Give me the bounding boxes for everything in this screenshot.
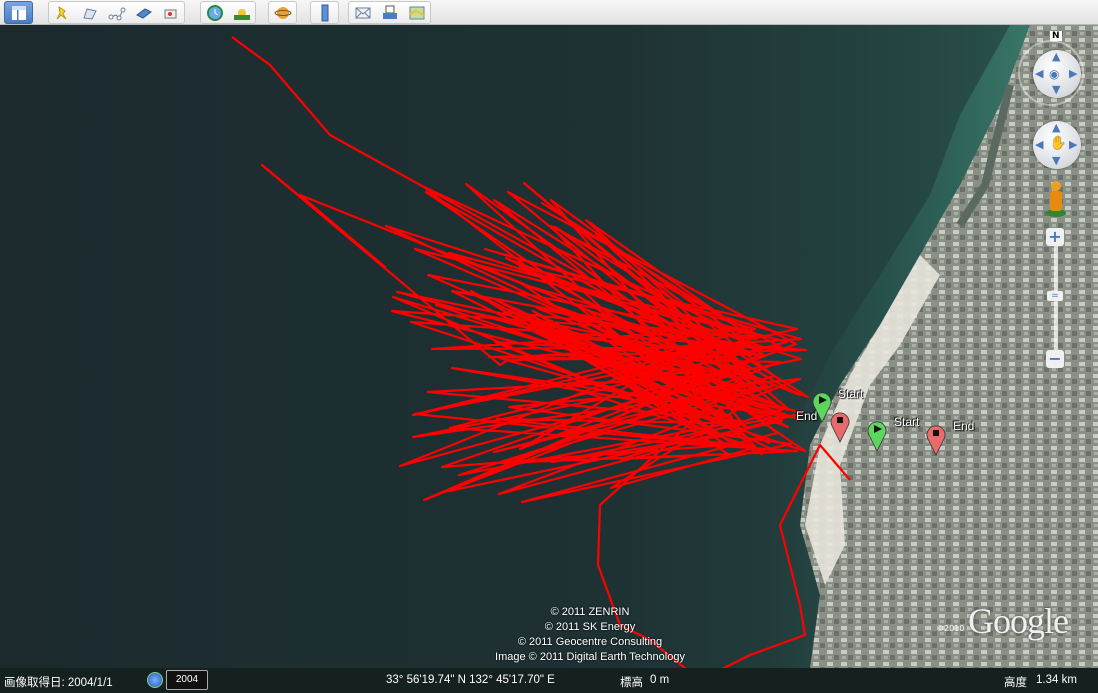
imagery-year-button[interactable]: 2004	[166, 670, 208, 690]
record-tour-button[interactable]	[157, 2, 184, 23]
copyright-line: © 2011 Geocentre Consulting	[517, 636, 663, 648]
marker-label-start: Start	[894, 415, 920, 429]
sunlight-button[interactable]	[228, 2, 255, 23]
zoom-slider-handle[interactable]: =	[1047, 291, 1063, 301]
move-joystick[interactable]: ▲ ▼ ◀ ▶ ✋	[1033, 121, 1081, 169]
zoom-in-button[interactable]: +	[1046, 228, 1064, 246]
altitude-value: 1.34 km	[1036, 674, 1077, 686]
google-logo: Google	[968, 601, 1069, 641]
status-bar: 画像取得日: 2004/1/1 2004 33° 56'19.74" N 132…	[0, 668, 1098, 693]
eye-icon: ◉	[1049, 67, 1060, 81]
view-in-maps-button[interactable]	[403, 2, 430, 23]
print-button[interactable]	[376, 2, 403, 23]
hand-icon: ✋	[1050, 136, 1067, 151]
polygon-icon	[82, 7, 97, 20]
sidebar-toggle-button[interactable]	[5, 2, 32, 23]
image-overlay-icon	[135, 7, 152, 19]
marker-label-end: End	[796, 409, 818, 423]
imagery-date: 画像取得日: 2004/1/1	[4, 677, 113, 689]
clock-icon	[206, 4, 223, 21]
logo-year: ©2010	[936, 624, 965, 633]
add-path-button[interactable]	[103, 2, 130, 23]
copyright-line: Image © 2011 Digital Earth Technology	[495, 651, 685, 663]
copyright-line: © 2011 SK Energy	[544, 621, 636, 633]
planet-icon	[274, 6, 291, 19]
envelope-icon	[355, 7, 370, 18]
street-view-pegman-icon[interactable]	[1044, 178, 1068, 218]
elevation-value: 0 m	[650, 674, 670, 686]
add-placemark-button[interactable]	[49, 2, 76, 23]
toolbar	[0, 0, 1098, 25]
pushpin-icon	[56, 5, 66, 19]
path-icon	[108, 7, 125, 20]
printer-icon	[382, 5, 397, 19]
marker-label-end: End	[953, 419, 975, 433]
elevation-label: 標高	[620, 677, 643, 689]
altitude-label: 高度	[1004, 677, 1027, 689]
add-polygon-button[interactable]	[76, 2, 103, 23]
map-icon	[409, 6, 424, 19]
sidebar-icon	[11, 5, 26, 20]
pointer-coordinates: 33° 56'19.74" N 132° 45'17.70" E	[386, 674, 555, 686]
switch-planet-button[interactable]	[269, 2, 296, 23]
ruler-button[interactable]	[311, 2, 338, 23]
historical-imagery-clock-icon[interactable]	[147, 672, 163, 688]
ruler-icon	[321, 4, 328, 21]
marker-label-start: Start	[838, 387, 864, 401]
copyright-line: © 2011 ZENRIN	[550, 606, 630, 618]
sun-icon	[233, 8, 250, 20]
satellite-map[interactable]	[0, 25, 1098, 668]
look-joystick[interactable]: ▲ ▼ ◀ ▶ ◉	[1033, 50, 1081, 98]
email-button[interactable]	[349, 2, 376, 23]
historical-imagery-button[interactable]	[201, 2, 228, 23]
zoom-out-button[interactable]: −	[1046, 350, 1064, 368]
tour-icon	[164, 9, 176, 18]
add-image-overlay-button[interactable]	[130, 2, 157, 23]
imagery-copyright: © 2011 ZENRIN © 2011 SK Energy © 2011 Ge…	[420, 605, 760, 665]
